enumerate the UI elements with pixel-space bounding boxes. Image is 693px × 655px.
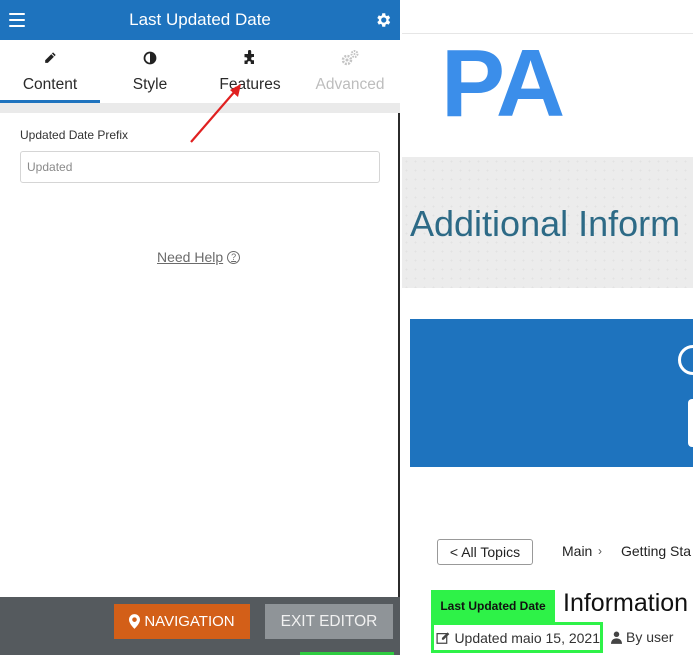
edit-icon bbox=[436, 631, 450, 644]
map-marker-icon bbox=[129, 614, 141, 629]
tabs-divider bbox=[0, 103, 400, 113]
page-preview: PA Additional Inform < All Topics Main ›… bbox=[402, 0, 693, 655]
tab-label: Features bbox=[219, 76, 281, 93]
last-updated-date-widget[interactable]: Updated maio 15, 2021 bbox=[431, 622, 603, 653]
user-icon bbox=[611, 631, 622, 644]
tab-features[interactable]: Features bbox=[200, 40, 300, 103]
tab-advanced[interactable]: Advanced bbox=[300, 40, 400, 103]
need-help-label: Need Help bbox=[157, 249, 224, 265]
search-field-edge[interactable] bbox=[688, 399, 693, 447]
gears-icon bbox=[300, 50, 400, 66]
editor-panel: Last Updated Date Content Style Features… bbox=[0, 0, 400, 655]
all-topics-button[interactable]: < All Topics bbox=[437, 539, 533, 565]
question-circle-icon: ? bbox=[227, 250, 241, 264]
editor-tabs: Content Style Features Advanced bbox=[0, 40, 400, 103]
chevron-right-icon: › bbox=[598, 544, 602, 558]
editor-title: Last Updated Date bbox=[129, 10, 271, 29]
author-text: By user bbox=[626, 629, 674, 645]
updated-date-prefix-input[interactable] bbox=[20, 151, 380, 183]
site-logo[interactable]: PA bbox=[441, 36, 565, 132]
hero-banner: Additional Inform bbox=[402, 157, 693, 288]
need-help-link[interactable]: Need Help ? bbox=[157, 249, 241, 265]
tab-content[interactable]: Content bbox=[0, 40, 100, 103]
pencil-icon bbox=[0, 50, 100, 66]
updated-date-prefix-label: Updated Date Prefix bbox=[20, 128, 129, 142]
exit-editor-button[interactable]: EXIT EDITOR bbox=[265, 604, 393, 639]
tab-label: Style bbox=[132, 76, 168, 93]
gear-icon[interactable] bbox=[374, 11, 392, 29]
breadcrumb-main[interactable]: Main bbox=[562, 543, 592, 559]
tab-label: Advanced bbox=[315, 76, 385, 93]
search-section bbox=[410, 319, 693, 467]
banner-title: Additional Inform bbox=[410, 203, 681, 244]
navigation-button[interactable]: NAVIGATION bbox=[114, 604, 250, 639]
puzzle-icon bbox=[200, 50, 300, 66]
half-circle-icon bbox=[100, 50, 200, 66]
tab-label: Content bbox=[22, 76, 78, 93]
navigation-label: NAVIGATION bbox=[144, 613, 235, 630]
updated-date-text: Updated maio 15, 2021 bbox=[454, 629, 600, 646]
tab-style[interactable]: Style bbox=[100, 40, 200, 103]
editor-footer: NAVIGATION EXIT EDITOR bbox=[0, 597, 400, 655]
breadcrumb-getting-started[interactable]: Getting Sta bbox=[621, 543, 691, 559]
author-info: By user bbox=[611, 629, 673, 645]
editor-header: Last Updated Date bbox=[0, 0, 400, 40]
article-title: Information bbox=[563, 589, 689, 617]
last-updated-date-widget-label: Last Updated Date bbox=[431, 590, 555, 622]
